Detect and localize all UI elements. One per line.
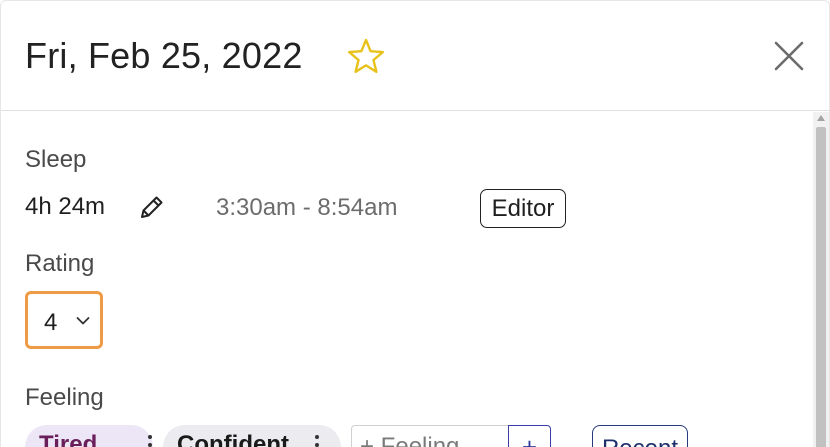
chevron-down-icon	[76, 317, 90, 325]
page-title: Fri, Feb 25, 2022	[25, 35, 303, 76]
recent-feelings-button[interactable]: Recent	[592, 425, 688, 447]
pencil-icon	[141, 196, 163, 218]
close-button[interactable]	[772, 39, 806, 73]
scroll-up-arrow-icon[interactable]	[817, 115, 825, 121]
editor-button[interactable]: Editor	[480, 189, 566, 228]
favorite-star-button[interactable]	[346, 37, 386, 75]
feeling-chip-tired[interactable]: Tired	[25, 425, 153, 447]
add-feeling-button[interactable]: +	[508, 425, 551, 447]
scrollbar-thumb[interactable]	[816, 127, 826, 447]
edit-sleep-button[interactable]	[137, 192, 167, 222]
chip-label: Tired	[39, 431, 98, 447]
rating-label: Rating	[25, 250, 95, 277]
sleep-time-range: 3:30am - 8:54am	[216, 194, 398, 221]
sleep-duration: 4h 24m	[25, 193, 106, 220]
more-vertical-icon[interactable]	[147, 435, 153, 447]
feeling-chip-confident[interactable]: Confident	[163, 425, 341, 447]
more-vertical-icon[interactable]	[314, 435, 320, 447]
close-icon	[774, 41, 804, 71]
star-outline-icon	[348, 38, 384, 73]
rating-select[interactable]: 4	[25, 291, 103, 349]
feeling-label: Feeling	[25, 384, 104, 411]
dialog-body: Sleep 4h 24m 3:30am - 8:54am Editor Rati…	[1, 112, 815, 447]
rating-selected-value: 4	[44, 309, 58, 336]
dialog-header: Fri, Feb 25, 2022	[1, 1, 829, 111]
chip-label: Confident	[177, 431, 289, 447]
day-detail-dialog: Fri, Feb 25, 2022 Sleep 4h 24m 3:30am - …	[0, 0, 830, 447]
add-feeling-input[interactable]	[351, 425, 509, 447]
vertical-scrollbar[interactable]	[813, 112, 829, 447]
sleep-label: Sleep	[25, 146, 87, 173]
